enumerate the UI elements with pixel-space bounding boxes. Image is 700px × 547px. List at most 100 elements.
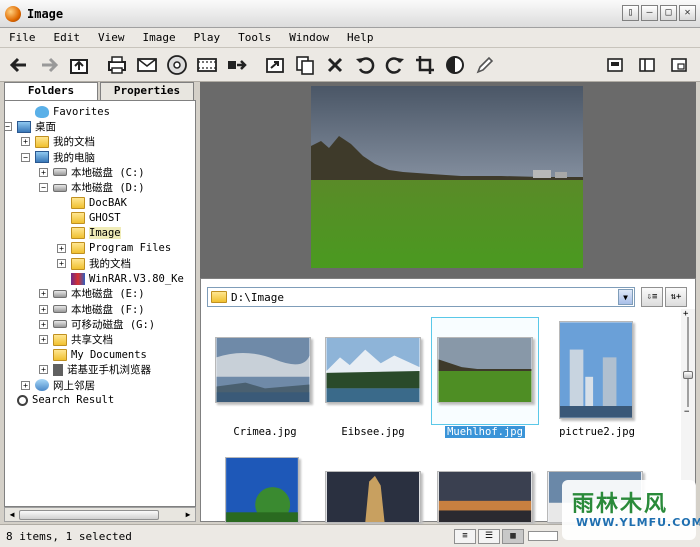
expand-toggle[interactable]: +: [57, 259, 66, 268]
tree-item-label: 本地磁盘 (F:): [71, 303, 145, 316]
thumbnail-view-icon: ▦: [510, 531, 516, 541]
tree-item[interactable]: Search Result: [17, 393, 114, 408]
tree-item[interactable]: 本地磁盘 (E:): [53, 286, 145, 301]
print-button[interactable]: [102, 51, 132, 79]
menu-help[interactable]: Help: [338, 31, 383, 44]
status-text: 8 items, 1 selected: [6, 529, 132, 543]
scroll-right-arrow-icon[interactable]: ▶: [182, 509, 194, 521]
menu-play[interactable]: Play: [185, 31, 230, 44]
up-folder-button[interactable]: [64, 51, 94, 79]
slideshow-button[interactable]: [192, 51, 222, 79]
thumbnail-item-5[interactable]: [225, 457, 299, 523]
move-to-button[interactable]: [260, 51, 290, 79]
folder-tree: Favorites − 桌面 + 我的文档 − 我的电脑 + 本地磁盘 (C:) − 本地磁盘 (D…: [4, 100, 196, 507]
menu-file[interactable]: File: [0, 31, 45, 44]
forward-button[interactable]: [34, 51, 64, 79]
rotate-left-button[interactable]: [350, 51, 380, 79]
restore-button[interactable]: ▯: [622, 5, 639, 21]
slider-knob[interactable]: [683, 371, 693, 379]
panel-button[interactable]: [632, 51, 662, 79]
thumbnail-muehlhof[interactable]: [437, 337, 533, 403]
collapse-toggle[interactable]: −: [21, 152, 30, 162]
tree-item[interactable]: 桌面: [17, 119, 56, 134]
tree-item[interactable]: 我的文档: [35, 134, 95, 149]
scrollbar-thumb[interactable]: [19, 510, 159, 520]
fullscreen-button[interactable]: [600, 51, 630, 79]
back-button[interactable]: [4, 51, 34, 79]
expand-toggle[interactable]: +: [39, 167, 48, 177]
copy-to-button[interactable]: [290, 51, 320, 79]
tree-item[interactable]: 可移动磁盘 (G:): [53, 317, 155, 332]
tree-item[interactable]: 诺基亚手机浏览器: [53, 362, 151, 377]
menu-edit[interactable]: Edit: [45, 31, 90, 44]
folder-icon: [211, 291, 227, 303]
scroll-left-arrow-icon[interactable]: ◀: [6, 509, 18, 521]
tree-item[interactable]: GHOST: [71, 210, 121, 225]
expand-toggle[interactable]: +: [21, 137, 30, 147]
tab-folders[interactable]: Folders: [4, 82, 98, 100]
thumbnail-view-button[interactable]: ▦: [502, 529, 524, 544]
tab-properties[interactable]: Properties: [100, 82, 194, 100]
thumbnail-pictrue2[interactable]: [559, 321, 633, 419]
expand-toggle[interactable]: +: [39, 289, 48, 299]
expand-toggle[interactable]: +: [39, 304, 48, 314]
menu-bar: File Edit View Image Play Tools Window H…: [0, 28, 700, 48]
collapse-toggle[interactable]: −: [5, 122, 12, 132]
minimize-button[interactable]: —: [641, 5, 658, 21]
list-view-button[interactable]: ☰: [478, 529, 500, 544]
thumbnail-item-6[interactable]: [325, 471, 421, 523]
filter-button[interactable]: ⇅+: [665, 287, 687, 307]
menu-tools[interactable]: Tools: [229, 31, 280, 44]
tree-item[interactable]: Image: [71, 226, 121, 241]
desktop-icon: [17, 120, 31, 133]
layout-button[interactable]: [664, 51, 694, 79]
thumbnail-item-7[interactable]: [437, 471, 533, 523]
adjust-button[interactable]: [440, 51, 470, 79]
crop-icon: [416, 55, 434, 74]
expand-toggle[interactable]: +: [39, 365, 48, 375]
path-combobox[interactable]: D:\Image ▼: [207, 287, 635, 307]
collapse-toggle[interactable]: −: [39, 183, 48, 192]
sort-button[interactable]: ⇩≡: [641, 287, 663, 307]
tree-item[interactable]: 本地磁盘 (D:): [53, 180, 145, 195]
computer-icon: [35, 151, 49, 164]
cd-icon: [167, 54, 187, 75]
batch-button[interactable]: [222, 51, 252, 79]
maximize-button[interactable]: □: [660, 5, 677, 21]
tree-item[interactable]: 共享文档: [53, 332, 113, 347]
details-view-button[interactable]: ≡: [454, 529, 476, 544]
tree-item-label: Program Files: [89, 242, 172, 255]
menu-window[interactable]: Window: [280, 31, 338, 44]
email-button[interactable]: [132, 51, 162, 79]
tree-item[interactable]: WinRAR.V3.80_Ke: [71, 271, 184, 286]
rotate-right-button[interactable]: [380, 51, 410, 79]
tree-item[interactable]: 本地磁盘 (F:): [53, 302, 145, 317]
tree-item[interactable]: 我的文档: [71, 256, 131, 271]
tree-item[interactable]: DocBAK: [71, 195, 127, 210]
crop-button[interactable]: [410, 51, 440, 79]
menu-view[interactable]: View: [89, 31, 134, 44]
tree-horizontal-scrollbar[interactable]: ◀ ▶: [4, 507, 196, 522]
zoom-out-icon[interactable]: −: [684, 407, 689, 417]
edit-button[interactable]: [470, 51, 500, 79]
expand-toggle[interactable]: +: [39, 319, 48, 329]
tree-item[interactable]: 网上邻居: [35, 378, 95, 393]
close-button[interactable]: ✕: [679, 5, 696, 21]
thumbnail-eibsee[interactable]: [325, 337, 421, 403]
tree-item[interactable]: Program Files: [71, 241, 171, 256]
zoom-bar[interactable]: [528, 531, 558, 541]
menu-image[interactable]: Image: [134, 31, 185, 44]
cd-button[interactable]: [162, 51, 192, 79]
delete-button[interactable]: [320, 51, 350, 79]
expand-toggle[interactable]: +: [57, 243, 66, 253]
expand-toggle[interactable]: +: [39, 335, 48, 344]
thumbnail-crimea[interactable]: [215, 337, 311, 403]
tree-item-label: DocBAK: [89, 196, 127, 209]
tree-item[interactable]: My Documents: [53, 347, 147, 362]
chevron-down-icon[interactable]: ▼: [618, 289, 633, 305]
fullscreen-icon: [607, 58, 623, 72]
tree-item[interactable]: 我的电脑: [35, 150, 95, 165]
tree-item[interactable]: Favorites: [35, 104, 110, 119]
expand-toggle[interactable]: +: [21, 380, 30, 390]
tree-item[interactable]: 本地磁盘 (C:): [53, 165, 145, 180]
